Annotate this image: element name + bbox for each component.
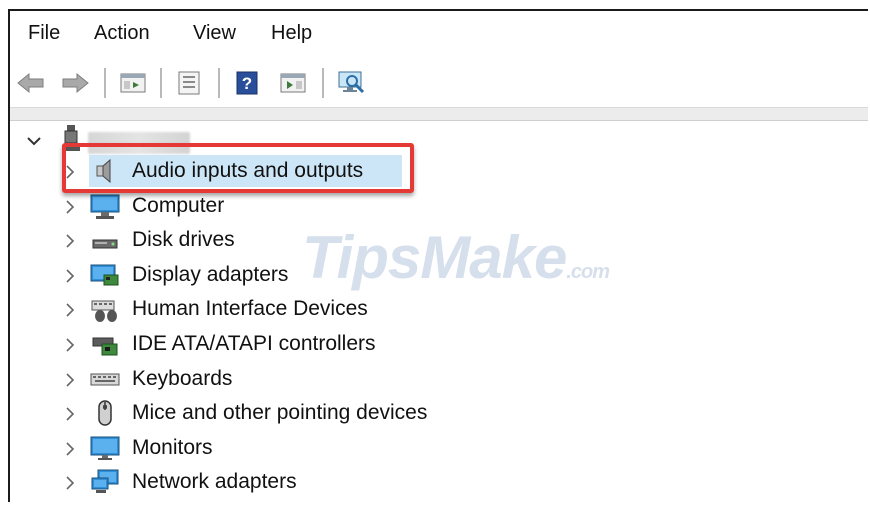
menu-view[interactable]: View [191, 22, 238, 45]
tree-item-audio[interactable]: Audio inputs and outputs [10, 154, 868, 188]
tree-item-label: Mice and other pointing devices [132, 401, 428, 424]
tree-item-label: Disk drives [132, 228, 235, 251]
show-hide-console-tree-icon[interactable] [116, 67, 150, 99]
tree-item-label: Audio inputs and outputs [132, 159, 364, 182]
tree-item-label: Keyboards [132, 367, 233, 390]
scan-hardware-changes-icon[interactable] [334, 67, 368, 99]
svg-text:?: ? [242, 74, 252, 93]
chevron-right-icon[interactable] [62, 199, 78, 215]
network-adapter-icon [90, 468, 120, 496]
chevron-right-icon[interactable] [62, 164, 78, 180]
tree-item-ide-controllers[interactable]: IDE ATA/ATAPI controllers [10, 327, 868, 361]
chevron-right-icon[interactable] [62, 475, 78, 491]
device-manager-window: File Action View Help ? Audio inputs and… [8, 9, 868, 502]
computer-name-blurred [88, 132, 190, 154]
ide-controller-icon [90, 330, 120, 358]
device-tree: Audio inputs and outputs Computer Disk d… [10, 121, 868, 511]
tree-item-label: Network adapters [132, 470, 297, 493]
chevron-right-icon[interactable] [62, 372, 78, 388]
tree-item-mice[interactable]: Mice and other pointing devices [10, 396, 868, 430]
tree-item-label: Computer [132, 194, 225, 217]
chevron-right-icon[interactable] [62, 233, 78, 249]
tree-item-label: Monitors [132, 436, 213, 459]
tree-item-hid[interactable]: Human Interface Devices [10, 292, 868, 326]
tree-item-label: IDE ATA/ATAPI controllers [132, 332, 376, 355]
menu-help[interactable]: Help [269, 22, 314, 45]
chevron-right-icon[interactable] [62, 337, 78, 353]
toolbar: ? [10, 63, 868, 107]
toolbar-separator-bar [10, 107, 868, 121]
tree-item-keyboards[interactable]: Keyboards [10, 362, 868, 396]
help-icon[interactable]: ? [230, 67, 264, 99]
properties-icon[interactable] [172, 67, 206, 99]
chevron-right-icon[interactable] [62, 441, 78, 457]
chevron-down-icon[interactable] [26, 133, 42, 149]
computer-root-icon [58, 123, 84, 158]
tree-item-label: Human Interface Devices [132, 297, 368, 320]
menu-action[interactable]: Action [92, 22, 152, 45]
tree-item-computer[interactable]: Computer [10, 189, 868, 223]
mouse-icon [90, 399, 120, 427]
menu-file[interactable]: File [26, 22, 62, 45]
tree-item-label: Display adapters [132, 263, 289, 286]
keyboard-icon [90, 365, 120, 393]
disk-drive-icon [90, 226, 120, 254]
show-action-pane-icon[interactable] [276, 67, 310, 99]
chevron-right-icon[interactable] [62, 268, 78, 284]
chevron-right-icon[interactable] [62, 406, 78, 422]
forward-arrow-icon[interactable] [58, 67, 92, 99]
computer-icon [90, 192, 120, 220]
tree-item-network-adapters[interactable]: Network adapters [10, 465, 868, 499]
tree-item-monitors[interactable]: Monitors [10, 431, 868, 465]
speaker-icon [90, 157, 120, 185]
hid-icon [90, 295, 120, 323]
back-arrow-icon[interactable] [14, 67, 48, 99]
menu-bar: File Action View Help [10, 11, 868, 57]
watermark: TipsMake.com [302, 224, 610, 291]
monitor-icon [90, 434, 120, 462]
display-adapter-icon [90, 261, 120, 289]
tree-root[interactable] [10, 121, 868, 155]
chevron-right-icon[interactable] [62, 302, 78, 318]
